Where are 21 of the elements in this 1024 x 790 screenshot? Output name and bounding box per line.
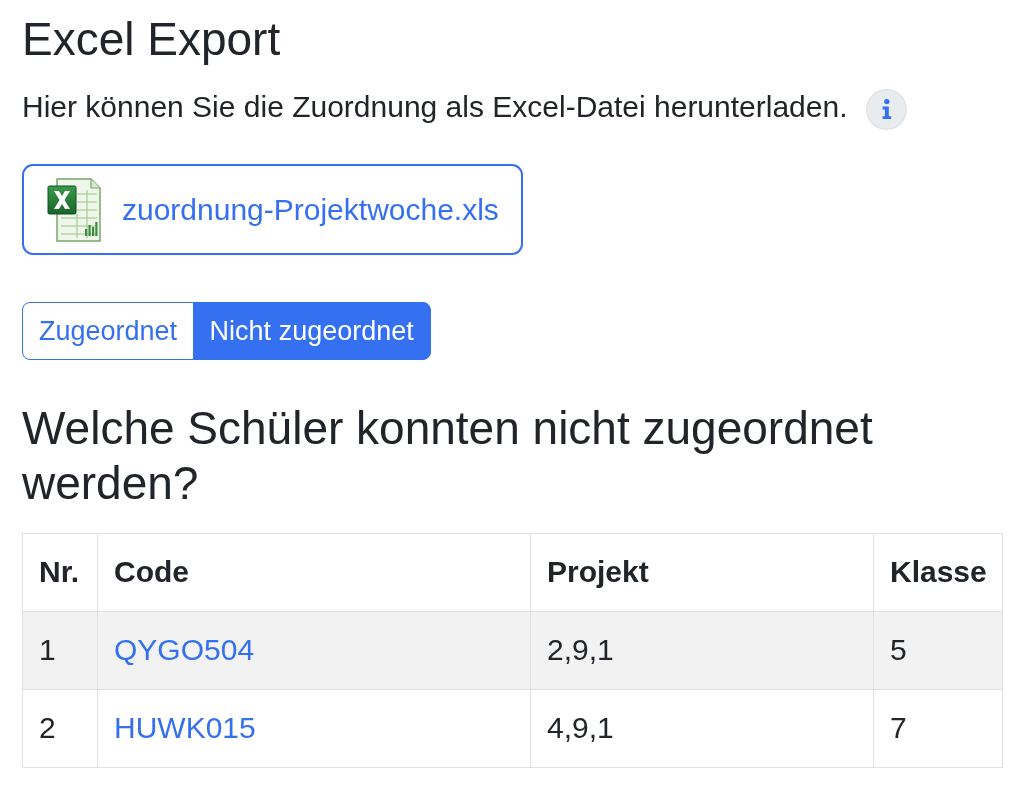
page-title: Excel Export: [22, 12, 282, 67]
table-cell: 5: [873, 611, 1003, 690]
table-cell: 7: [873, 689, 1003, 768]
table-cell: 2,9,1: [530, 611, 874, 690]
column-header: Code: [97, 533, 531, 612]
spreadsheet-file-icon: [47, 177, 101, 242]
section-heading: Welche Schüler konnten nicht zugeordnet werden?: [22, 401, 874, 512]
intro-text: Hier können Sie die Zuordnung als Excel-Datei herunterladen.: [22, 89, 848, 126]
table-cell: 4,9,1: [530, 689, 874, 768]
column-header: Projekt: [530, 533, 874, 612]
table-cell: 1: [22, 611, 98, 690]
download-button[interactable]: zuordnung-Projektwoche.xls: [22, 164, 523, 256]
view-tab[interactable]: Nicht zugeordnet: [192, 302, 431, 361]
table-cell: 2: [22, 689, 98, 768]
column-header: Nr.: [22, 533, 98, 612]
column-header: Klasse: [873, 533, 1003, 612]
view-tab[interactable]: Zugeordnet: [22, 302, 195, 361]
code-link[interactable]: HUWK015: [114, 711, 256, 745]
info-icon[interactable]: [866, 89, 908, 131]
code-link[interactable]: QYGO504: [114, 633, 255, 667]
file-name: zuordnung-Projektwoche.xls: [122, 191, 499, 228]
